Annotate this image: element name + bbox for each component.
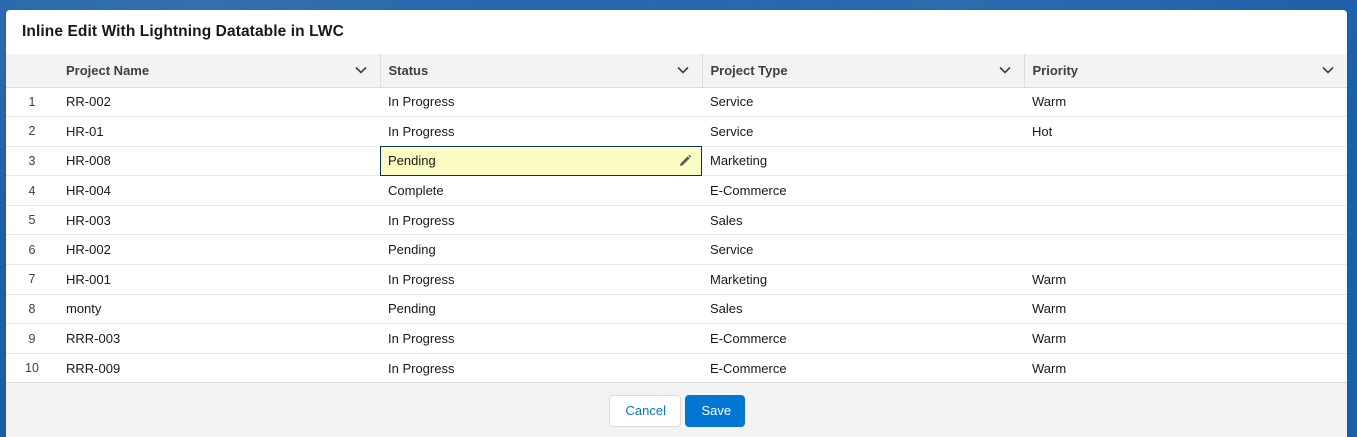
datatable-card: Inline Edit With Lightning Datatable in … bbox=[6, 10, 1347, 437]
chevron-down-icon[interactable] bbox=[998, 63, 1012, 77]
cell-status[interactable]: In Progress bbox=[380, 265, 702, 295]
cell-project-type[interactable]: Marketing bbox=[702, 265, 1024, 295]
cell-status[interactable]: Pending bbox=[380, 294, 702, 324]
row-number: 3 bbox=[28, 153, 36, 168]
cell-project-type[interactable]: Service bbox=[702, 117, 1024, 147]
card-title: Inline Edit With Lightning Datatable in … bbox=[22, 23, 344, 40]
cell-project-name[interactable]: HR-002 bbox=[58, 235, 380, 265]
table-row: 9 RRR-003 In Progress E-Commerce Warm bbox=[6, 324, 1347, 354]
cell-project-name[interactable]: HR-004 bbox=[58, 176, 380, 206]
column-header-priority[interactable]: Priority bbox=[1023, 54, 1347, 88]
cell-priority[interactable]: Hot bbox=[1024, 117, 1347, 147]
datatable: Project Name Status Project Type Priorit… bbox=[6, 54, 1347, 383]
row-number: 8 bbox=[28, 301, 36, 316]
table-row: 1 RR-002 In Progress Service Warm bbox=[6, 87, 1347, 117]
row-number: 1 bbox=[28, 94, 36, 109]
cell-priority[interactable]: Warm bbox=[1024, 294, 1347, 324]
cell-project-name[interactable]: HR-001 bbox=[58, 265, 380, 295]
column-header-label: Project Type bbox=[710, 62, 788, 78]
cell-status[interactable]: In Progress bbox=[380, 87, 702, 117]
cell-status[interactable]: In Progress bbox=[380, 205, 702, 235]
cancel-button[interactable]: Cancel bbox=[608, 394, 681, 427]
cell-priority[interactable] bbox=[1024, 176, 1347, 206]
pencil-icon[interactable] bbox=[678, 154, 692, 168]
cell-project-type[interactable]: Service bbox=[702, 235, 1024, 265]
row-number: 6 bbox=[28, 242, 36, 257]
cell-project-name[interactable]: HR-008 bbox=[58, 146, 380, 176]
cell-project-name[interactable]: HR-003 bbox=[58, 205, 380, 235]
cell-status[interactable]: In Progress bbox=[380, 117, 702, 147]
row-number: 10 bbox=[25, 361, 39, 376]
cell-priority[interactable] bbox=[1024, 146, 1347, 176]
cell-priority[interactable]: Warm bbox=[1024, 324, 1347, 354]
cell-project-type[interactable]: Sales bbox=[702, 205, 1024, 235]
inline-edit-footer: Cancel Save bbox=[6, 382, 1347, 437]
cell-project-name[interactable]: monty bbox=[58, 294, 380, 324]
cell-priority[interactable] bbox=[1024, 235, 1347, 265]
table-row: 2 HR-01 In Progress Service Hot bbox=[6, 117, 1347, 147]
cell-project-type[interactable]: E-Commerce bbox=[702, 324, 1024, 354]
cell-project-name[interactable]: RR-002 bbox=[58, 87, 380, 117]
column-header-project-type[interactable]: Project Type bbox=[701, 54, 1024, 88]
cell-status-value: Pending bbox=[388, 153, 436, 169]
table-row: 5 HR-003 In Progress Sales bbox=[6, 205, 1347, 235]
cell-project-name[interactable]: RRR-009 bbox=[58, 353, 380, 383]
cell-project-type[interactable]: Marketing bbox=[702, 146, 1024, 176]
save-button[interactable]: Save bbox=[684, 394, 745, 427]
header-row: Project Name Status Project Type Priorit… bbox=[6, 54, 1347, 88]
cell-project-name[interactable]: HR-01 bbox=[58, 117, 380, 147]
column-header-project-name[interactable]: Project Name bbox=[58, 54, 380, 88]
cell-priority[interactable]: Warm bbox=[1024, 87, 1347, 117]
cell-project-name[interactable]: RRR-003 bbox=[58, 324, 380, 354]
column-header-label: Priority bbox=[1032, 62, 1079, 78]
cell-priority[interactable]: Warm bbox=[1024, 265, 1347, 295]
cell-status[interactable]: In Progress bbox=[380, 324, 702, 354]
card-header: Inline Edit With Lightning Datatable in … bbox=[6, 10, 1347, 54]
table-row: 8 monty Pending Sales Warm bbox=[6, 294, 1347, 324]
row-number: 7 bbox=[28, 272, 36, 287]
cell-priority[interactable] bbox=[1024, 205, 1347, 235]
chevron-down-icon[interactable] bbox=[676, 63, 690, 77]
cell-priority[interactable]: Warm bbox=[1024, 353, 1347, 383]
cell-status[interactable]: In Progress bbox=[380, 353, 702, 383]
cell-status-edited[interactable]: Pending bbox=[380, 146, 702, 176]
chevron-down-icon[interactable] bbox=[354, 63, 368, 77]
row-number: 4 bbox=[28, 183, 36, 198]
row-number: 5 bbox=[28, 213, 36, 228]
cell-project-type[interactable]: E-Commerce bbox=[702, 353, 1024, 383]
column-header-status[interactable]: Status bbox=[379, 54, 702, 88]
table-row: 3 HR-008 Pending Marketing bbox=[6, 146, 1347, 176]
column-header-label: Status bbox=[388, 62, 429, 78]
cell-project-type[interactable]: Service bbox=[702, 87, 1024, 117]
row-number: 9 bbox=[28, 331, 36, 346]
cell-status[interactable]: Complete bbox=[380, 176, 702, 206]
row-number: 2 bbox=[28, 124, 36, 139]
table-row: 10 RRR-009 In Progress E-Commerce Warm bbox=[6, 353, 1347, 383]
column-header-label: Project Name bbox=[66, 62, 150, 78]
chevron-down-icon[interactable] bbox=[1321, 63, 1335, 77]
table-row: 7 HR-001 In Progress Marketing Warm bbox=[6, 265, 1347, 295]
table-row: 4 HR-004 Complete E-Commerce bbox=[6, 176, 1347, 206]
cell-status[interactable]: Pending bbox=[380, 235, 702, 265]
cell-project-type[interactable]: E-Commerce bbox=[702, 176, 1024, 206]
table-row: 6 HR-002 Pending Service bbox=[6, 235, 1347, 265]
row-number-header bbox=[6, 54, 58, 88]
cell-project-type[interactable]: Sales bbox=[702, 294, 1024, 324]
